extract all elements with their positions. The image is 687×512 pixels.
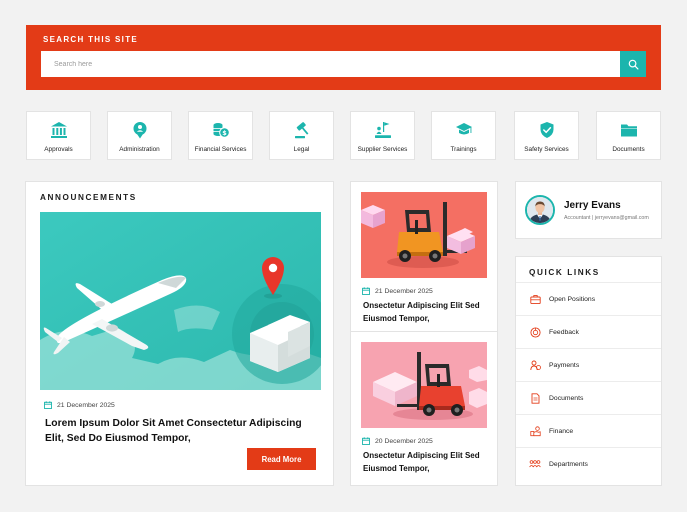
briefcase-icon: [529, 294, 541, 304]
quick-link-documents[interactable]: Documents: [516, 381, 661, 414]
folder-icon: [620, 124, 637, 137]
news-headline-1[interactable]: Onsectetur Adipiscing Elit Sed Eiusmod T…: [363, 300, 491, 325]
quick-links-title: QUICK LINKS: [529, 268, 600, 277]
tile-financial-services[interactable]: $ Financial Services: [188, 111, 253, 160]
avatar[interactable]: [525, 195, 555, 225]
news-headline-2[interactable]: Onsectetur Adipiscing Elit Sed Eiusmod T…: [363, 450, 491, 475]
supplier-icon: [374, 122, 391, 138]
graduation-cap-icon: [455, 123, 472, 135]
quick-link-payments[interactable]: Payments: [516, 348, 661, 381]
quick-link-open-positions[interactable]: Open Positions: [516, 282, 661, 315]
news-card: 21 December 2025 Onsectetur Adipiscing E…: [350, 181, 498, 486]
news-date-2: 20 December 2025: [362, 437, 433, 445]
quick-link-label: Departments: [549, 460, 588, 468]
tile-approvals[interactable]: Approvals: [26, 111, 91, 160]
tile-label: Safety Services: [524, 146, 569, 153]
gavel-icon: [294, 122, 308, 139]
news-divider: [351, 331, 497, 332]
quick-link-departments[interactable]: Departments: [516, 447, 661, 480]
calendar-icon: [362, 437, 370, 445]
quick-link-feedback[interactable]: Feedback: [516, 315, 661, 348]
date-text: 21 December 2025: [375, 287, 433, 295]
quick-link-label: Open Positions: [549, 295, 596, 303]
date-text: 20 December 2025: [375, 437, 433, 445]
tile-documents[interactable]: Documents: [596, 111, 661, 160]
announcements-card: ANNOUNCEMENTS 21 December 2025 Lorem Ips…: [25, 181, 334, 486]
departments-icon: [529, 459, 541, 467]
forklift-illustration: [361, 192, 487, 278]
tile-label: Administration: [119, 146, 160, 153]
tile-label: Trainings: [450, 146, 477, 153]
search-input[interactable]: [41, 51, 620, 77]
tile-supplier-services[interactable]: Supplier Services: [350, 111, 415, 160]
tile-administration[interactable]: Administration: [107, 111, 172, 160]
calendar-icon: [362, 287, 370, 295]
news-image-2[interactable]: [361, 342, 487, 428]
search-icon: [628, 59, 638, 69]
quick-link-label: Documents: [549, 394, 584, 402]
news-image-1[interactable]: [361, 192, 487, 278]
admin-badge-icon: [133, 122, 146, 139]
tile-label: Approvals: [44, 146, 73, 153]
tile-safety-services[interactable]: Safety Services: [514, 111, 579, 160]
search-title: SEARCH THIS SITE: [43, 35, 139, 44]
forklift-illustration: [361, 342, 487, 428]
profile-name: Jerry Evans: [564, 200, 621, 211]
tile-trainings[interactable]: Trainings: [431, 111, 496, 160]
feedback-icon: [529, 326, 541, 338]
quick-link-finance[interactable]: Finance: [516, 414, 661, 447]
search-band: SEARCH THIS SITE: [26, 25, 661, 90]
quick-links-card: QUICK LINKS Open Positions Feedback Paym…: [515, 256, 662, 486]
announcement-image[interactable]: [40, 212, 321, 390]
tile-label: Legal: [293, 146, 310, 153]
airplane-map-illustration: [40, 212, 321, 390]
news-date-1: 21 December 2025: [362, 287, 433, 295]
announcement-headline[interactable]: Lorem Ipsum Dolor Sit Amet Consectetur A…: [45, 416, 320, 446]
read-more-button[interactable]: Read More: [247, 448, 316, 470]
document-icon: [531, 392, 539, 404]
tile-label: Supplier Services: [357, 146, 408, 153]
shield-check-icon: [540, 122, 553, 138]
date-text: 21 December 2025: [57, 401, 115, 409]
user-avatar-image: [527, 197, 553, 223]
calendar-icon: [44, 401, 52, 409]
profile-card: Jerry Evans Accountant | jerryevans@gmai…: [515, 181, 662, 239]
payments-icon: [529, 360, 541, 370]
finance-icon: [529, 425, 541, 436]
announcement-date: 21 December 2025: [44, 401, 115, 409]
quick-link-label: Feedback: [549, 328, 579, 336]
bank-icon: [50, 122, 67, 138]
service-tiles: Approvals Administration $ Financial Ser…: [26, 111, 661, 160]
quick-link-label: Payments: [549, 361, 580, 369]
quick-link-label: Finance: [549, 427, 574, 435]
profile-role: Accountant | jerryevans@gmail.com: [564, 215, 649, 221]
search-button[interactable]: [620, 51, 646, 77]
tile-label: Financial Services: [194, 146, 247, 153]
coins-icon: $: [213, 123, 230, 138]
announcements-title: ANNOUNCEMENTS: [40, 193, 137, 202]
tile-legal[interactable]: Legal: [269, 111, 334, 160]
tile-label: Documents: [612, 146, 645, 153]
svg-text:$: $: [222, 129, 227, 137]
